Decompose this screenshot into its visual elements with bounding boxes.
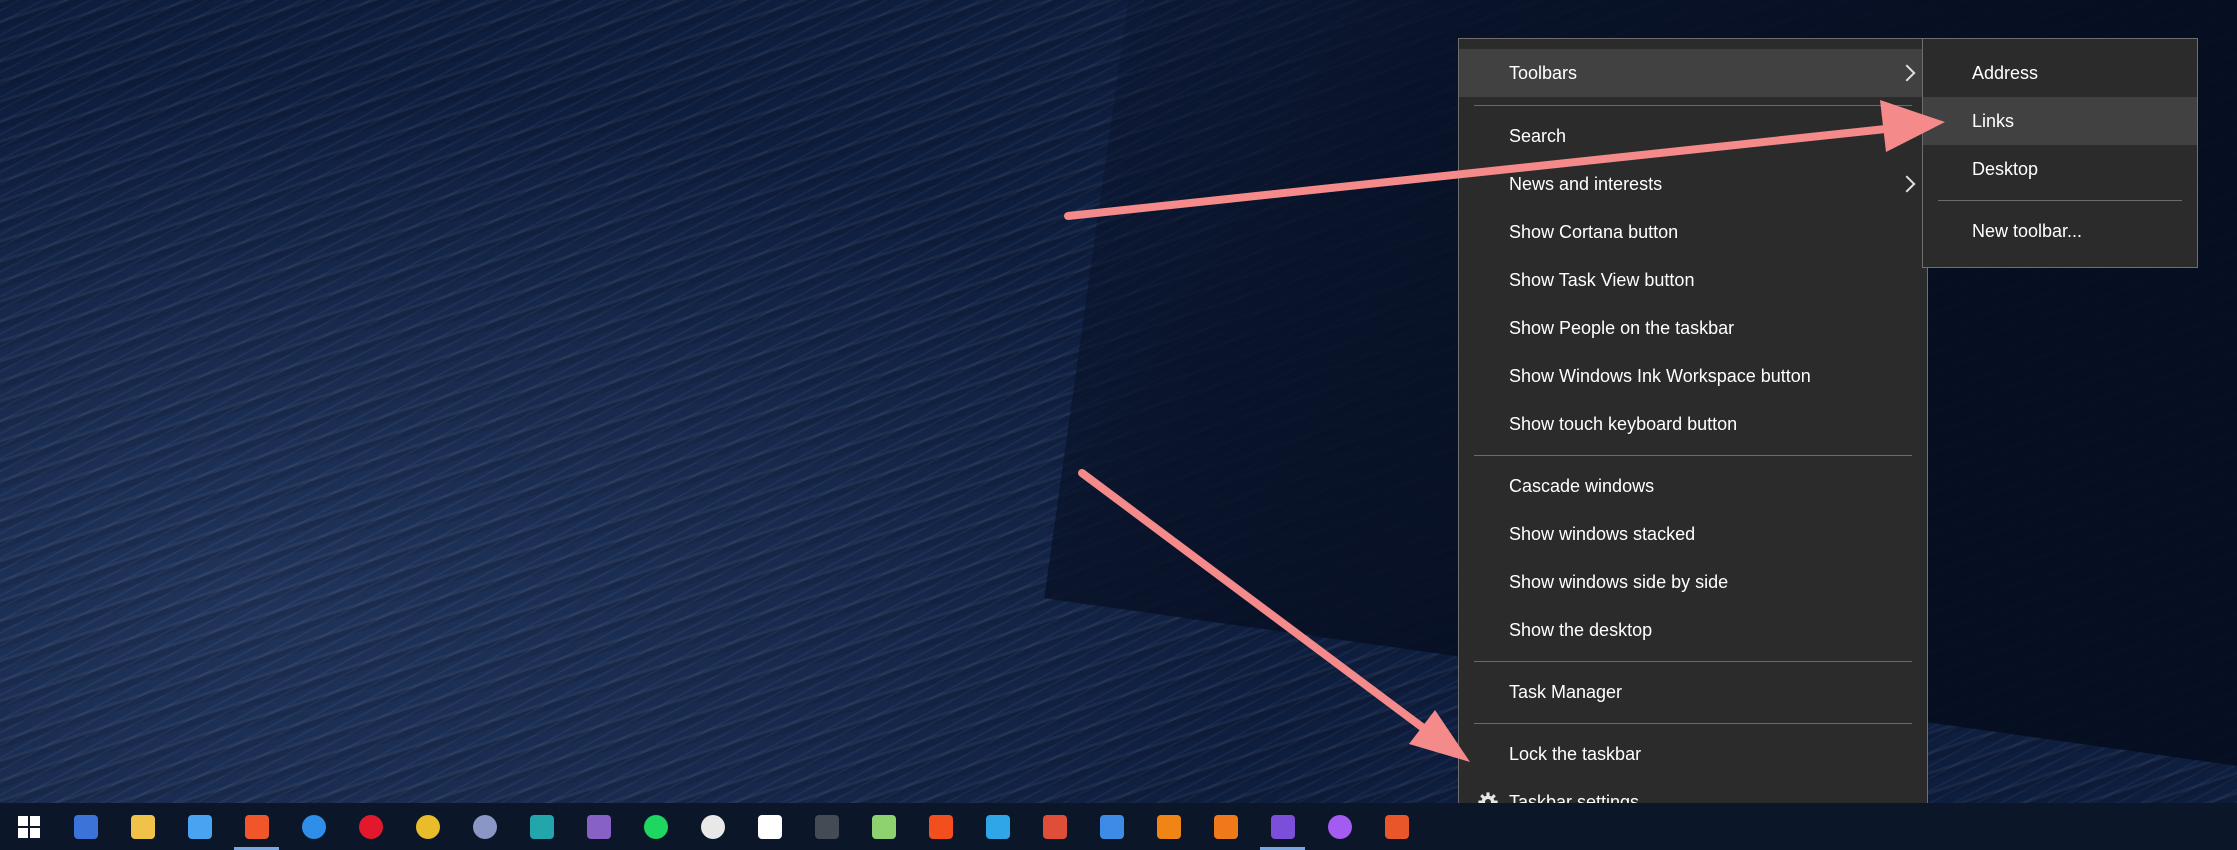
vscode-icon[interactable] — [513, 803, 570, 850]
notion-icon[interactable] — [741, 803, 798, 850]
spotify-icon[interactable] — [627, 803, 684, 850]
todo-icon-glyph — [1099, 814, 1124, 839]
notion-icon-glyph — [757, 814, 782, 839]
menu-item-label: Show windows stacked — [1509, 523, 1696, 544]
notepad-plus-icon[interactable] — [855, 803, 912, 850]
submenu-item-new-toolbar[interactable]: New toolbar... — [1923, 207, 2197, 255]
chrome-icon[interactable] — [399, 803, 456, 850]
menu-item-label: Task Manager — [1509, 681, 1623, 702]
sketchbook-icon[interactable] — [1197, 803, 1254, 850]
chevron-right-icon — [1898, 175, 1916, 193]
menu-separator — [1938, 200, 2182, 201]
menu-item-show-windows-side-by-side[interactable]: Show windows side by side — [1459, 558, 1927, 606]
menu-item-show-cortana-button[interactable]: Show Cortana button — [1459, 208, 1927, 256]
menu-item-show-people[interactable]: Show People on the taskbar — [1459, 304, 1927, 352]
menu-item-label: Search — [1509, 125, 1567, 146]
windows-start-icon[interactable] — [0, 803, 57, 850]
menu-item-label: Show Cortana button — [1509, 221, 1679, 242]
menu-item-show-the-desktop[interactable]: Show the desktop — [1459, 606, 1927, 654]
keepass-icon-glyph — [472, 814, 497, 839]
menu-item-show-touch-keyboard[interactable]: Show touch keyboard button — [1459, 400, 1927, 448]
save-disk-icon-glyph — [73, 814, 98, 839]
messenger-icon-glyph — [1327, 814, 1352, 839]
mail-icon-glyph — [187, 814, 212, 839]
submenu-item-address[interactable]: Address — [1923, 49, 2197, 97]
menu-item-cascade-windows[interactable]: Cascade windows — [1459, 462, 1927, 510]
chevron-right-icon — [1898, 64, 1916, 82]
file-explorer-icon[interactable] — [114, 803, 171, 850]
menu-item-label: News and interests — [1509, 173, 1663, 194]
menu-item-label: Show People on the taskbar — [1509, 317, 1735, 338]
slack-icon-glyph — [700, 814, 725, 839]
chrome-icon-glyph — [415, 814, 440, 839]
brave-icon-glyph — [244, 814, 269, 839]
menu-item-task-manager[interactable]: Task Manager — [1459, 668, 1927, 716]
taskbar[interactable] — [0, 803, 2237, 850]
mail-icon[interactable] — [171, 803, 228, 850]
figma-icon-glyph — [928, 814, 953, 839]
vlc-icon-glyph — [1156, 814, 1181, 839]
save-disk-icon[interactable] — [57, 803, 114, 850]
opera-icon[interactable] — [342, 803, 399, 850]
menu-separator — [1474, 455, 1912, 456]
todo-icon[interactable] — [1083, 803, 1140, 850]
affinity-designer-icon-glyph — [985, 814, 1010, 839]
menu-item-label: Cascade windows — [1509, 475, 1655, 496]
terminal-icon-glyph — [814, 814, 839, 839]
calendar-icon-glyph — [1384, 814, 1409, 839]
slack-icon[interactable] — [684, 803, 741, 850]
calendar-icon[interactable] — [1368, 803, 1425, 850]
vlc-icon[interactable] — [1140, 803, 1197, 850]
file-explorer-icon-glyph — [130, 814, 155, 839]
submenu-item-desktop[interactable]: Desktop — [1923, 145, 2197, 193]
menu-item-label: Links — [1972, 110, 2015, 131]
opera-icon-glyph — [358, 814, 383, 839]
xmind-icon-glyph — [1042, 814, 1067, 839]
menu-item-show-windows-stacked[interactable]: Show windows stacked — [1459, 510, 1927, 558]
menu-item-label: Show Windows Ink Workspace button — [1509, 365, 1811, 386]
menu-separator — [1474, 723, 1912, 724]
brave-icon[interactable] — [228, 803, 285, 850]
menu-item-label: Lock the taskbar — [1509, 743, 1642, 764]
notepad-plus-icon-glyph — [871, 814, 896, 839]
menu-item-news-and-interests[interactable]: News and interests — [1459, 160, 1927, 208]
menu-item-search[interactable]: Search — [1459, 112, 1927, 160]
menu-item-label: Toolbars — [1509, 62, 1578, 83]
vscode-icon-glyph — [529, 814, 554, 839]
obsidian-icon-glyph — [1270, 814, 1295, 839]
terminal-icon[interactable] — [798, 803, 855, 850]
affinity-designer-icon[interactable] — [969, 803, 1026, 850]
menu-item-label: Desktop — [1972, 158, 2039, 179]
visual-studio-icon-glyph — [586, 814, 611, 839]
menu-item-show-windows-ink[interactable]: Show Windows Ink Workspace button — [1459, 352, 1927, 400]
firefox-icon-glyph — [301, 814, 326, 839]
submenu-item-links[interactable]: Links — [1923, 97, 2197, 145]
menu-item-toolbars[interactable]: Toolbars — [1459, 49, 1927, 97]
spotify-icon-glyph — [643, 814, 668, 839]
taskbar-context-menu: Toolbars Search News and interests Show … — [1458, 38, 1928, 838]
menu-item-label: New toolbar... — [1972, 220, 2083, 241]
menu-item-lock-the-taskbar[interactable]: Lock the taskbar — [1459, 730, 1927, 778]
visual-studio-icon[interactable] — [570, 803, 627, 850]
firefox-icon[interactable] — [285, 803, 342, 850]
messenger-icon[interactable] — [1311, 803, 1368, 850]
menu-item-show-task-view-button[interactable]: Show Task View button — [1459, 256, 1927, 304]
toolbars-submenu: Address Links Desktop New toolbar... — [1922, 38, 2198, 268]
sketchbook-icon-glyph — [1213, 814, 1238, 839]
keepass-icon[interactable] — [456, 803, 513, 850]
menu-item-label: Show touch keyboard button — [1509, 413, 1738, 434]
xmind-icon[interactable] — [1026, 803, 1083, 850]
figma-icon[interactable] — [912, 803, 969, 850]
windows-start-icon-glyph — [17, 815, 40, 838]
menu-item-label: Address — [1972, 62, 2039, 83]
menu-separator — [1474, 105, 1912, 106]
obsidian-icon[interactable] — [1254, 803, 1311, 850]
menu-item-label: Show windows side by side — [1509, 571, 1729, 592]
menu-item-label: Show Task View button — [1509, 269, 1695, 290]
menu-item-label: Show the desktop — [1509, 619, 1653, 640]
menu-separator — [1474, 661, 1912, 662]
